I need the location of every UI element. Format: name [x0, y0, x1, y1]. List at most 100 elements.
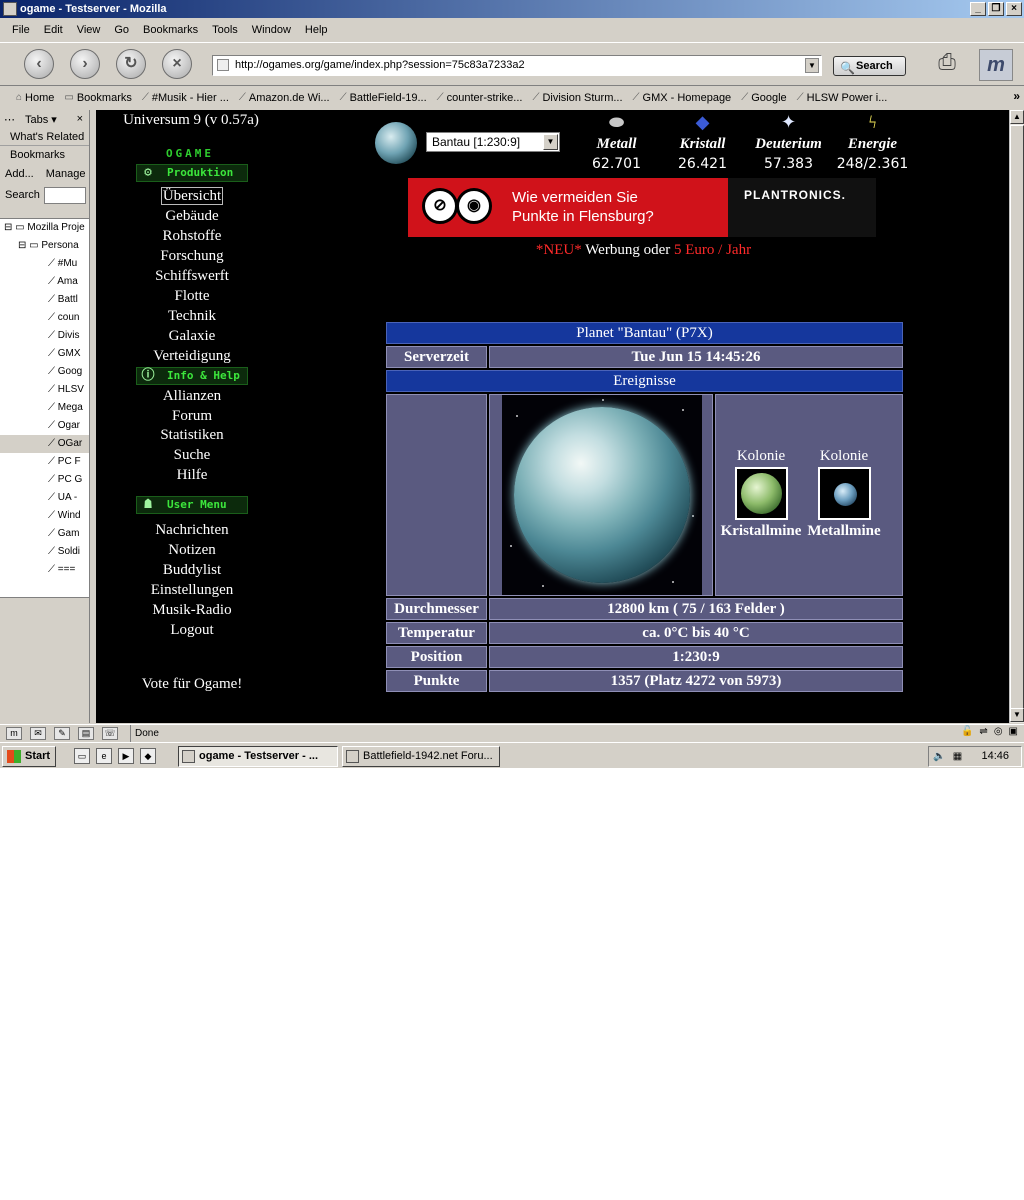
- menu-link-forum[interactable]: Forum: [96, 406, 288, 426]
- planet-select[interactable]: Bantau [1:230:9] ▼: [426, 132, 560, 152]
- menu-link-statistiken[interactable]: Statistiken: [96, 425, 288, 445]
- taskbar-window-ogame[interactable]: ogame - Testserver - ...: [178, 746, 338, 767]
- bookmark-home[interactable]: ⌂ Home: [16, 92, 54, 104]
- menu-link-suche[interactable]: Suche: [96, 445, 288, 465]
- sidebar-search-input[interactable]: [43, 186, 86, 204]
- url-input[interactable]: http://ogames.org/game/index.php?session…: [212, 55, 822, 76]
- tree-bookmark[interactable]: ⟋ Goog: [0, 363, 89, 381]
- tree-bookmark[interactable]: ⟋ Wind: [0, 507, 89, 525]
- menu-help[interactable]: Help: [305, 24, 328, 36]
- tree-bookmark[interactable]: ⟋ GMX: [0, 345, 89, 363]
- menu-link-gebaeude[interactable]: Gebäude: [96, 206, 288, 226]
- composer-icon[interactable]: ✎: [54, 727, 70, 740]
- mozilla-logo-icon[interactable]: m: [979, 49, 1013, 81]
- tree-bookmark[interactable]: ⟋ Mega: [0, 399, 89, 417]
- scroll-up-icon[interactable]: ▲: [1010, 110, 1024, 124]
- volume-icon[interactable]: 🔈: [933, 750, 946, 763]
- stop-button[interactable]: ×: [162, 49, 192, 79]
- menu-link-galaxie[interactable]: Galaxie: [96, 326, 288, 346]
- bookmark-item[interactable]: ⟋ Division Sturm...: [532, 92, 622, 104]
- tree-bookmark[interactable]: ⟋ Ama: [0, 273, 89, 291]
- bookmark-item[interactable]: ⟋ #Musik - Hier ...: [142, 92, 229, 104]
- menu-link-allianzen[interactable]: Allianzen: [96, 386, 288, 406]
- popup-blocker-icon[interactable]: ◎: [994, 726, 1003, 737]
- close-window-button[interactable]: ×: [1006, 2, 1022, 16]
- tree-bookmark[interactable]: ⟋ Ogar: [0, 417, 89, 435]
- tree-folder[interactable]: ⊟ ▭ Mozilla Proje: [0, 219, 89, 237]
- menu-link-einstellungen[interactable]: Einstellungen: [96, 580, 288, 600]
- more-bookmarks-chevron-icon[interactable]: »: [1013, 89, 1020, 103]
- sidebar-close-icon[interactable]: ×: [77, 113, 83, 125]
- mail-icon[interactable]: ✉: [30, 727, 46, 740]
- menu-link-verteidigung[interactable]: Verteidigung: [96, 346, 288, 366]
- menu-link-flotte[interactable]: Flotte: [96, 286, 288, 306]
- tab-bookmarks[interactable]: Bookmarks: [0, 146, 89, 164]
- search-button[interactable]: 🔍 Search: [833, 56, 906, 76]
- cookie-icon[interactable]: ▣: [1009, 726, 1018, 737]
- menu-tools[interactable]: Tools: [212, 24, 238, 36]
- menu-window[interactable]: Window: [252, 24, 291, 36]
- menu-go[interactable]: Go: [114, 24, 129, 36]
- menu-file[interactable]: File: [12, 24, 30, 36]
- menu-link-musik-radio[interactable]: Musik-Radio: [96, 600, 288, 620]
- minimize-button[interactable]: _: [970, 2, 986, 16]
- chevron-down-icon[interactable]: ▼: [543, 134, 558, 150]
- menu-link-technik[interactable]: Technik: [96, 306, 288, 326]
- menu-link-notizen[interactable]: Notizen: [96, 540, 288, 560]
- sidebar-menu-icon[interactable]: ⋯: [4, 113, 15, 126]
- bookmark-item[interactable]: ⟋ Amazon.de Wi...: [239, 92, 330, 104]
- show-desktop-icon[interactable]: ▭: [74, 748, 90, 764]
- scrollbar-thumb[interactable]: [1010, 125, 1024, 709]
- bookmark-item[interactable]: ⟋ BattleField-19...: [340, 92, 427, 104]
- tree-bookmark[interactable]: ⟋ ===: [0, 561, 89, 579]
- tree-bookmark[interactable]: ⟋ PC G: [0, 471, 89, 489]
- start-button[interactable]: Start: [2, 746, 56, 767]
- menu-link-rohstoffe[interactable]: Rohstoffe: [96, 226, 288, 246]
- tree-bookmark[interactable]: ⟋ PC F: [0, 453, 89, 471]
- security-lock-icon[interactable]: 🔓: [961, 726, 973, 737]
- online-status-icon[interactable]: ⇌: [979, 726, 987, 737]
- colony-metallmine[interactable]: Kolonie Metallmine: [801, 447, 887, 540]
- menu-link-hilfe[interactable]: Hilfe: [96, 465, 288, 485]
- navigator-icon[interactable]: m: [6, 727, 22, 740]
- vote-link[interactable]: Vote für Ogame!: [96, 676, 288, 693]
- game-shortcut-icon[interactable]: ◆: [140, 748, 156, 764]
- sidebar-tabs-dropdown[interactable]: Tabs ▾: [25, 113, 57, 126]
- window-titlebar[interactable]: ogame - Testserver - Mozilla _ ❐ ×: [0, 0, 1024, 18]
- add-bookmark-button[interactable]: Add...: [5, 168, 34, 180]
- manage-bookmarks-button[interactable]: Manage: [46, 168, 86, 180]
- tab-whats-related[interactable]: What's Related: [0, 128, 89, 146]
- bookmark-item[interactable]: ⟋ Google: [741, 92, 786, 104]
- tree-bookmark[interactable]: ⟋ Gam: [0, 525, 89, 543]
- tree-bookmark[interactable]: ⟋ #Mu: [0, 255, 89, 273]
- tree-folder[interactable]: ⊟ ▭ Persona: [0, 237, 89, 255]
- forward-button[interactable]: ›: [70, 49, 100, 79]
- menu-link-uebersicht[interactable]: Übersicht: [96, 186, 288, 206]
- bookmark-item[interactable]: ⟋ HLSW Power i...: [797, 92, 888, 104]
- back-button[interactable]: ‹: [24, 49, 54, 79]
- print-button[interactable]: ⎙: [930, 49, 964, 79]
- ad-banner[interactable]: ⊘ ◉ Wie vermeiden Sie Punkte in Flensbur…: [408, 178, 876, 237]
- tree-bookmark[interactable]: ⟋ Soldi: [0, 543, 89, 561]
- menu-bookmarks[interactable]: Bookmarks: [143, 24, 198, 36]
- menu-view[interactable]: View: [77, 24, 101, 36]
- tree-bookmark[interactable]: ⟋ Battl: [0, 291, 89, 309]
- colony-kristallmine[interactable]: Kolonie Kristallmine: [718, 447, 804, 540]
- planet-image[interactable]: [502, 395, 702, 595]
- internet-explorer-icon[interactable]: e: [96, 748, 112, 764]
- restore-button[interactable]: ❐: [988, 2, 1004, 16]
- ogame-logo[interactable]: OGAME: [140, 148, 240, 160]
- address-book-icon[interactable]: ▤: [78, 727, 94, 740]
- bookmark-item[interactable]: ⟋ counter-strike...: [437, 92, 523, 104]
- tree-bookmark[interactable]: ⟋ UA -: [0, 489, 89, 507]
- bookmark-item[interactable]: ⟋ GMX - Homepage: [633, 92, 732, 104]
- menu-link-nachrichten[interactable]: Nachrichten: [96, 520, 288, 540]
- tree-bookmark-selected[interactable]: ⟋ OGar: [0, 435, 89, 453]
- reload-button[interactable]: ↻: [116, 49, 146, 79]
- clock[interactable]: 14:46: [981, 747, 1009, 766]
- tree-bookmark[interactable]: ⟋ HLSV: [0, 381, 89, 399]
- menu-link-schiffswerft[interactable]: Schiffswerft: [96, 266, 288, 286]
- taskbar-window-battlefield[interactable]: Battlefield-1942.net Foru...: [342, 746, 500, 767]
- tree-bookmark[interactable]: ⟋ coun: [0, 309, 89, 327]
- scroll-down-icon[interactable]: ▼: [1010, 708, 1024, 722]
